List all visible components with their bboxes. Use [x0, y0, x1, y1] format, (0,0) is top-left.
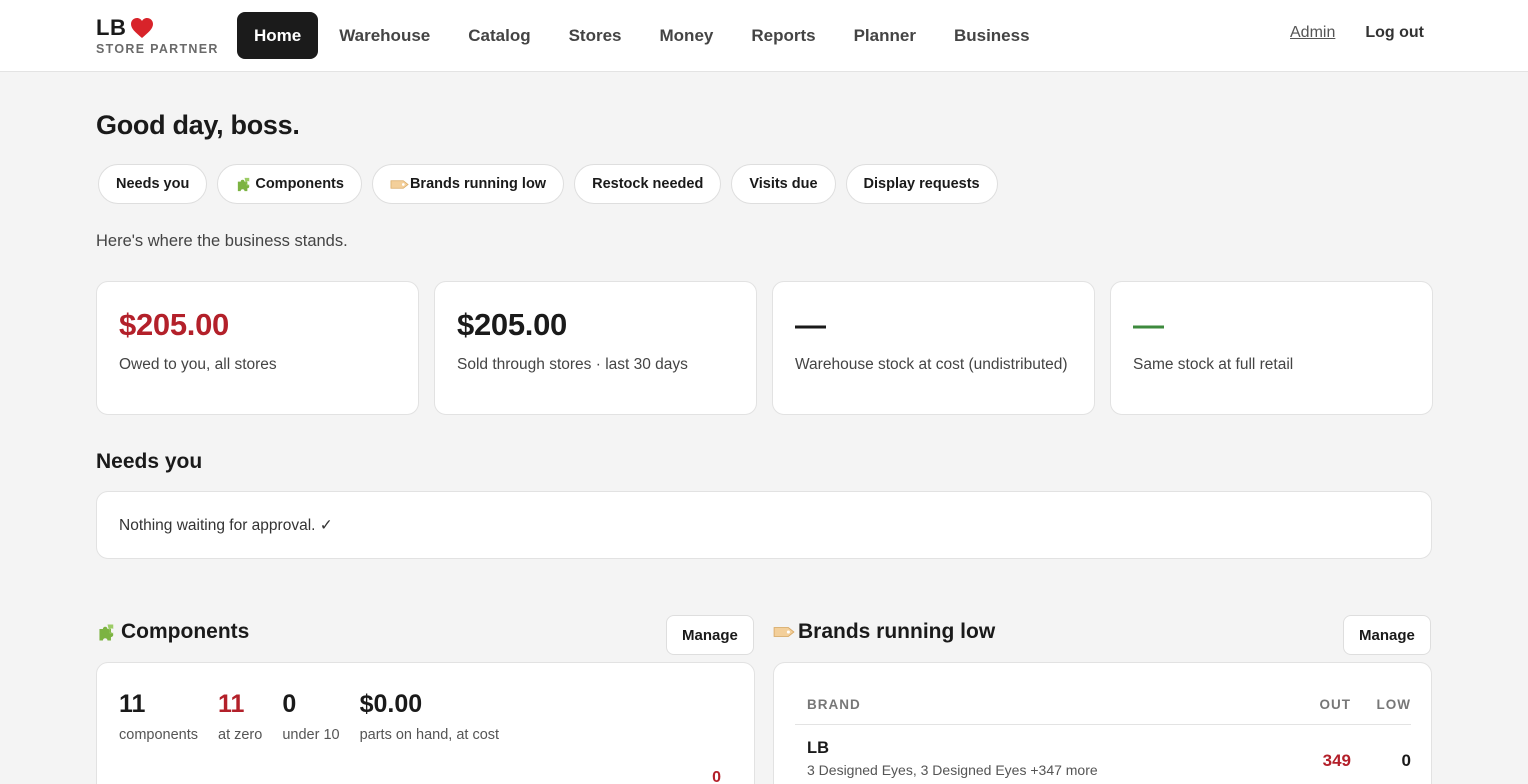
stat-number: 11: [119, 690, 146, 718]
stat-value: $205.00: [119, 307, 229, 342]
nav-money[interactable]: Money: [643, 12, 731, 59]
nav-catalog[interactable]: Catalog: [451, 12, 547, 59]
brand-logo[interactable]: LB STORE PARTNER: [96, 15, 219, 56]
admin-link[interactable]: Admin: [1290, 24, 1335, 42]
nav-warehouse[interactable]: Warehouse: [322, 12, 447, 59]
pill-label: Visits due: [749, 176, 818, 192]
col-brand[interactable]: BRAND: [795, 691, 1289, 724]
pill-label: Components: [255, 176, 344, 192]
needs-you-message: Nothing waiting for approval. ✓: [119, 516, 333, 534]
components-manage-button[interactable]: Manage: [666, 615, 754, 655]
pill-visits-due[interactable]: Visits due: [731, 164, 836, 204]
stat-value: —: [1133, 307, 1164, 342]
pill-label: Needs you: [116, 176, 190, 192]
top-nav-bar: LB STORE PARTNER Home Warehouse Catalog …: [0, 0, 1528, 72]
stat-number: 0: [282, 690, 297, 718]
pill-needs-you[interactable]: Needs you: [98, 164, 208, 204]
components-stats: 11 components 11 at zero 0 under 10 $0.0…: [119, 689, 519, 743]
section-shortcuts: Needs you Components Brands running low …: [98, 164, 998, 204]
stat-value: —: [795, 307, 826, 342]
stat-value: $205.00: [457, 307, 567, 342]
pill-label: Brands running low: [409, 176, 547, 192]
nav-home[interactable]: Home: [237, 12, 319, 59]
stat-caption: under 10: [282, 727, 340, 743]
nav-reports[interactable]: Reports: [734, 12, 832, 59]
stat-caption: at zero: [218, 727, 263, 743]
pill-display-requests[interactable]: Display requests: [845, 164, 998, 204]
nav-stores[interactable]: Stores: [552, 12, 639, 59]
stat-caption: parts on hand, at cost: [359, 727, 500, 743]
brands-low-title: Brands running low: [798, 620, 996, 643]
out-count: 349: [1322, 751, 1351, 770]
nav-business[interactable]: Business: [937, 12, 1047, 59]
components-at-zero: 11 at zero: [218, 689, 262, 743]
stat-card-retail[interactable]: — Same stock at full retail: [1110, 281, 1433, 415]
brand-name-row: LB: [96, 15, 219, 41]
brand-items: 3 Designed Eyes, 3 Designed Eyes +347 mo…: [807, 762, 1098, 778]
low-count: 0: [1401, 751, 1411, 770]
table-row[interactable]: LB 3 Designed Eyes, 3 Designed Eyes +347…: [795, 725, 1411, 778]
brands-low-panel: BRAND OUT LOW LB 3 Designed Eyes, 3 Desi…: [773, 662, 1432, 784]
stat-label: Same stock at full retail: [1133, 356, 1294, 373]
table-header: BRAND OUT LOW: [795, 691, 1411, 725]
page-greeting: Good day, boss.: [96, 110, 300, 140]
needs-you-heading: Needs you: [96, 450, 203, 473]
col-low[interactable]: LOW: [1351, 691, 1411, 724]
account-links: Admin Log out: [1290, 24, 1424, 42]
components-title: Components: [121, 620, 250, 643]
nav-planner[interactable]: Planner: [837, 12, 933, 59]
tag-icon: [390, 179, 409, 189]
components-under-10: 0 under 10: [282, 689, 339, 743]
stat-caption: components: [119, 727, 198, 743]
component-row-count: 0: [712, 769, 721, 784]
heart-icon: [131, 18, 154, 38]
stat-number: $0.00: [359, 690, 423, 718]
stat-number: 11: [218, 690, 245, 718]
brand-name: LB: [96, 15, 127, 40]
stat-card-warehouse-cost[interactable]: — Warehouse stock at cost (undistributed…: [772, 281, 1095, 415]
tag-icon: [773, 627, 795, 637]
page-subtitle: Here's where the business stands.: [96, 232, 348, 250]
components-count: 11 components: [119, 689, 198, 743]
brands-table: BRAND OUT LOW LB 3 Designed Eyes, 3 Desi…: [795, 691, 1411, 778]
stat-card-sold[interactable]: $205.00 Sold through stores · last 30 da…: [434, 281, 757, 415]
pill-label: Display requests: [863, 176, 980, 192]
brands-manage-button[interactable]: Manage: [1343, 615, 1431, 655]
main-nav: Home Warehouse Catalog Stores Money Repo…: [237, 12, 1051, 59]
needs-you-panel: Nothing waiting for approval. ✓: [96, 491, 1432, 559]
brand-cell: LB 3 Designed Eyes, 3 Designed Eyes +347…: [795, 739, 1289, 778]
brands-low-heading: Brands running low: [772, 620, 995, 644]
stat-label: Sold through stores · last 30 days: [457, 356, 688, 373]
stat-label: Owed to you, all stores: [119, 356, 277, 373]
brand-tagline: STORE PARTNER: [96, 42, 219, 56]
col-out[interactable]: OUT: [1289, 691, 1351, 724]
stat-card-owed[interactable]: $205.00 Owed to you, all stores: [96, 281, 419, 415]
components-value: $0.00 parts on hand, at cost: [360, 689, 499, 743]
puzzle-icon: [99, 623, 114, 641]
pill-label: Restock needed: [592, 176, 704, 192]
pill-brands-running-low[interactable]: Brands running low: [371, 164, 565, 204]
logout-button[interactable]: Log out: [1365, 24, 1424, 42]
components-heading: Components: [96, 620, 249, 644]
stat-label: Warehouse stock at cost (undistributed): [795, 356, 1068, 373]
pill-restock-needed[interactable]: Restock needed: [574, 164, 722, 204]
puzzle-icon: [238, 177, 250, 191]
brand-name: LB: [807, 739, 829, 757]
components-panel: 11 components 11 at zero 0 under 10 $0.0…: [96, 662, 755, 784]
pill-components[interactable]: Components: [217, 164, 362, 204]
